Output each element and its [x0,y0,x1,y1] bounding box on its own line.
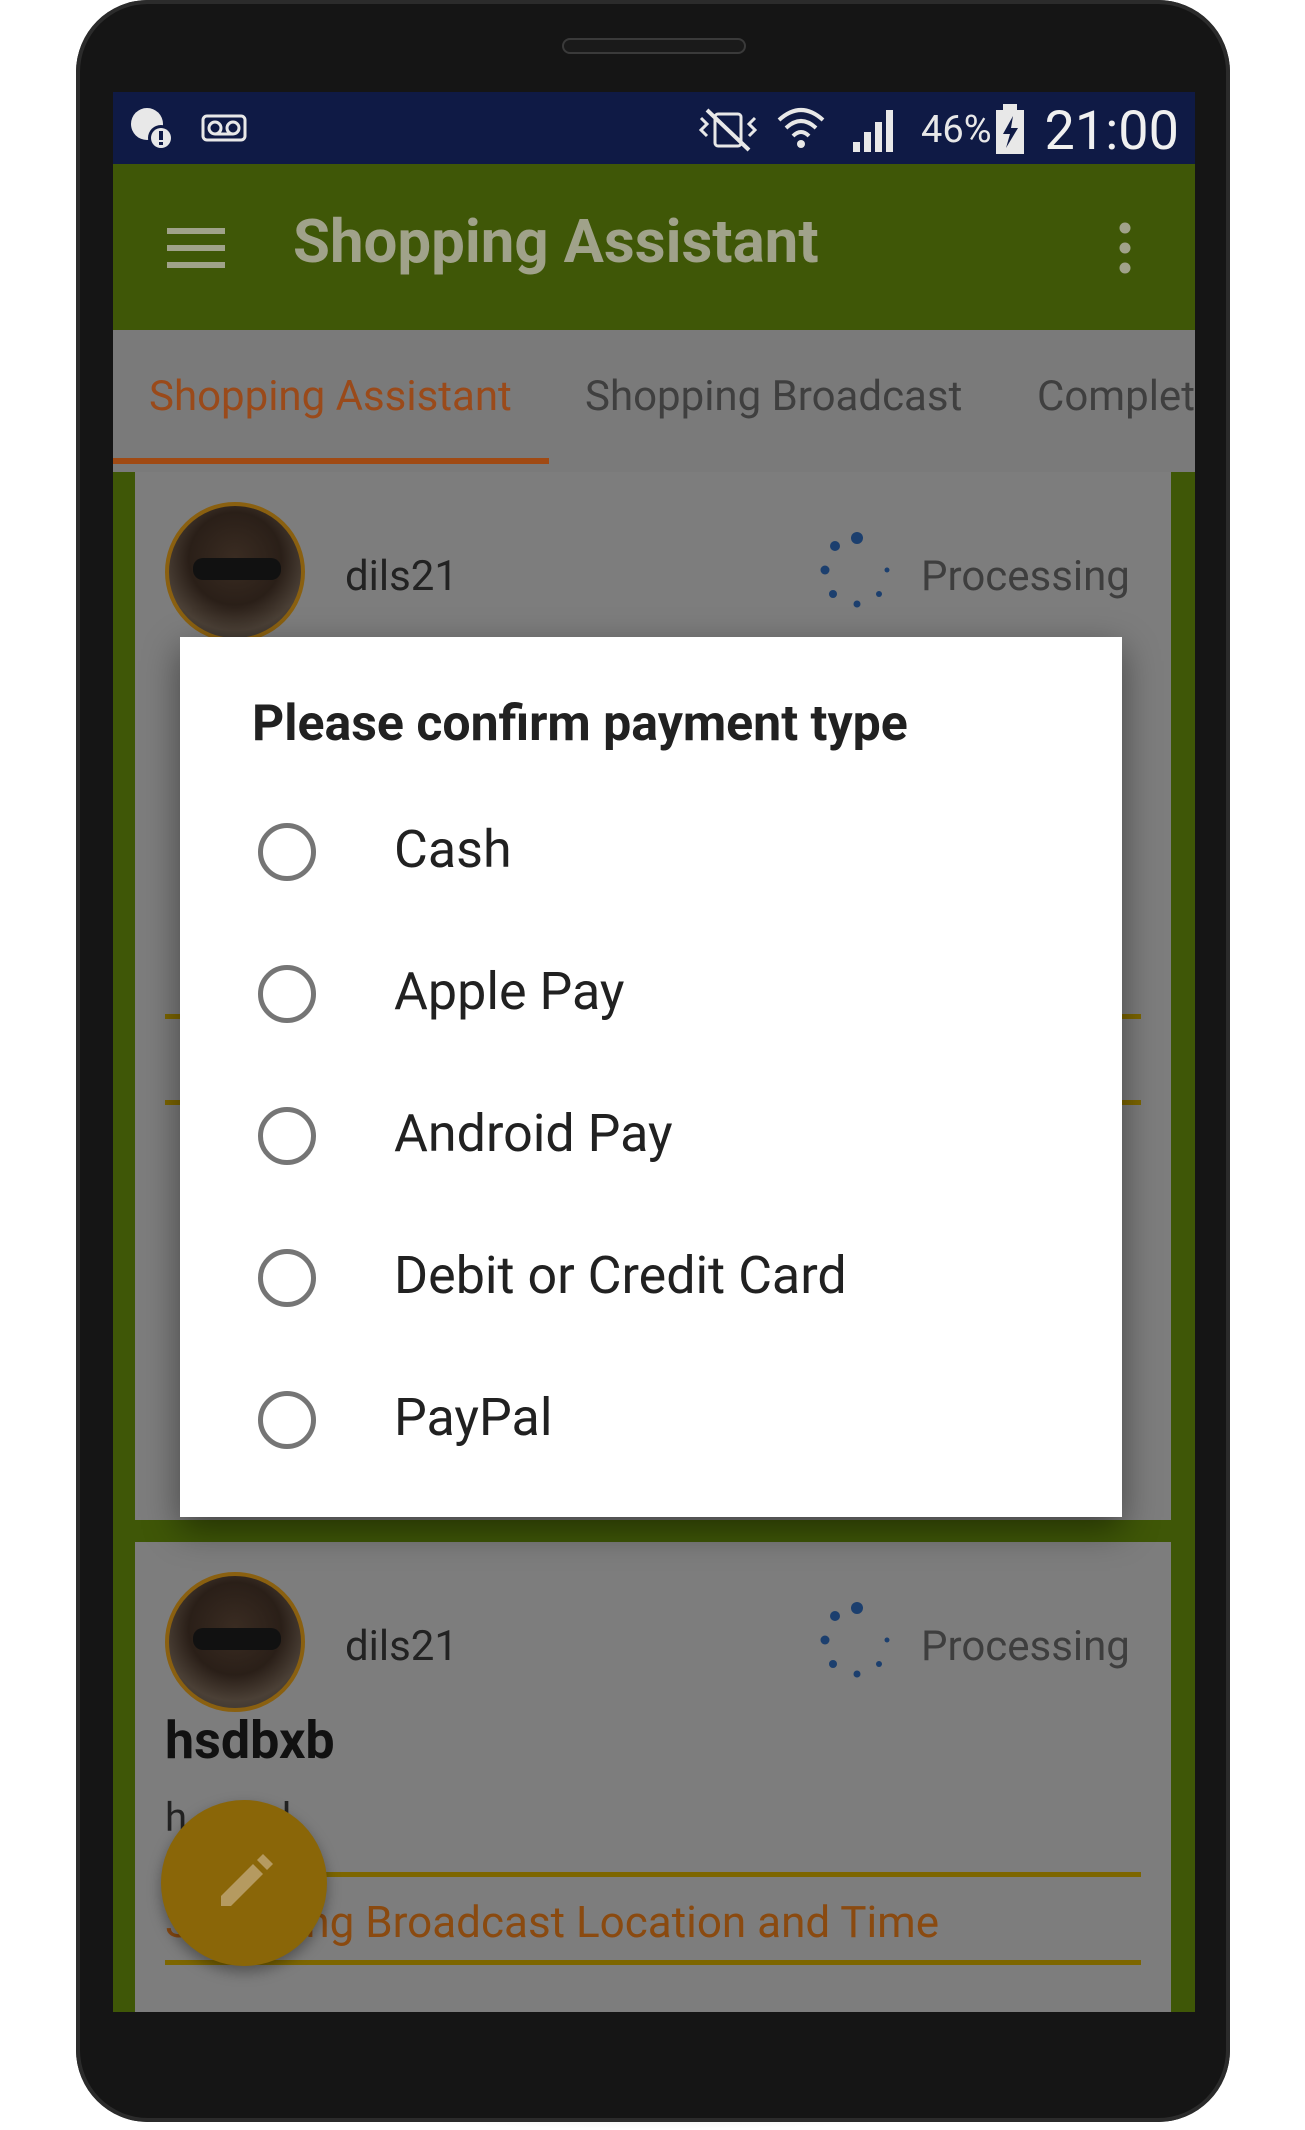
card-status: Processing [921,552,1130,601]
battery-charging-icon [996,104,1024,154]
status-bar: 46% 21:00 [113,92,1195,164]
option-paypal[interactable]: PayPal [180,1349,1122,1491]
radio-button[interactable] [258,965,316,1023]
menu-icon[interactable] [167,226,225,270]
option-label: PayPal [394,1387,553,1448]
clock: 21:00 [1044,100,1179,163]
voicemail-icon [201,114,247,142]
tab-indicator [113,458,549,464]
option-label: Cash [394,819,512,880]
processing-spinner-icon [820,532,890,608]
tab-shopping-broadcast[interactable]: Shopping Broadcast [585,372,962,421]
payment-type-dialog: Please confirm payment type Cash Apple P… [180,637,1122,1517]
pencil-icon [221,1854,273,1906]
tab-bar: Shopping Assistant Shopping Broadcast Co… [113,330,1195,472]
screen: 46% 21:00 Shopping Assistant Shopping As… [113,92,1195,2012]
avatar [165,1572,305,1712]
phone-speaker [562,38,746,54]
card-username: dils21 [345,1622,458,1671]
card-status: Processing [921,1622,1130,1671]
notification-alert-icon [131,108,174,151]
processing-spinner-icon [820,1602,890,1678]
dialog-title: Please confirm payment type [252,695,908,753]
avatar [165,502,305,642]
card-title: hsdbxb [165,1710,335,1771]
option-label: Android Pay [394,1103,673,1164]
option-android-pay[interactable]: Android Pay [180,1065,1122,1207]
option-apple-pay[interactable]: Apple Pay [180,923,1122,1065]
radio-button[interactable] [258,823,316,881]
radio-button[interactable] [258,1391,316,1449]
vibrate-off-icon [698,108,758,152]
app-bar: Shopping Assistant [113,164,1195,330]
edit-fab[interactable] [161,1800,327,1966]
divider [165,1960,1141,1965]
wifi-icon [777,108,825,148]
more-options-icon[interactable] [1115,222,1135,274]
tab-completed[interactable]: Complet [1037,372,1195,421]
card-username: dils21 [345,552,458,601]
option-cash[interactable]: Cash [180,781,1122,923]
tab-shopping-assistant[interactable]: Shopping Assistant [149,372,512,421]
app-title: Shopping Assistant [293,206,819,277]
option-debit-credit-card[interactable]: Debit or Credit Card [180,1207,1122,1349]
radio-button[interactable] [258,1107,316,1165]
option-label: Debit or Credit Card [394,1245,847,1306]
option-label: Apple Pay [394,961,625,1022]
signal-icon [853,110,893,152]
battery-percent: 46% [921,108,992,152]
radio-button[interactable] [258,1249,316,1307]
